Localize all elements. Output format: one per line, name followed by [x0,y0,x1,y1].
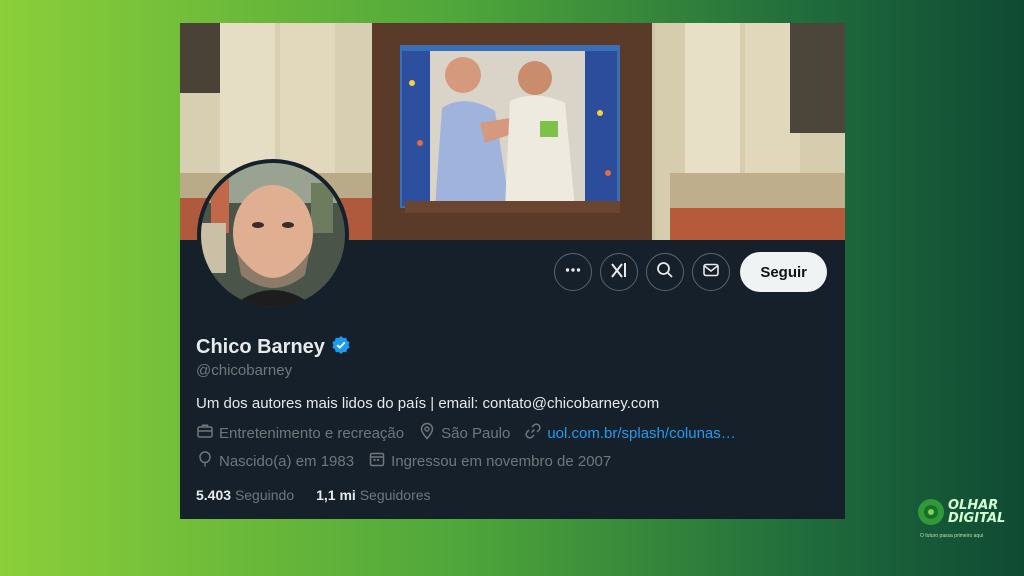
follow-button[interactable]: Seguir [740,252,827,292]
website-link[interactable]: uol.com.br/splash/colunas… [547,425,735,442]
profile-meta-row-1: Entretenimento e recreação São Paulo uol… [196,422,829,444]
grok-button[interactable] [600,253,639,291]
followers-count: 1,1 mi [316,487,356,503]
more-button[interactable] [554,253,593,291]
user-handle: @chicobarney [196,362,293,379]
message-icon [702,261,720,284]
following-label: Seguindo [234,487,295,503]
more-icon [564,261,582,284]
watermark-brand: OLHAR DIGITAL [948,499,1005,525]
followers-stat[interactable]: 1,1 mi Seguidores [316,487,430,503]
profile-avatar[interactable] [197,159,349,311]
joined-item: Ingressou em novembro de 2007 [368,450,611,472]
balloon-icon [196,450,214,472]
profile-info: Chico Barney @chicobarney Um dos autores… [196,334,829,503]
name-row: Chico Barney [196,334,829,360]
profile-bio: Um dos autores mais lidos do país | emai… [196,395,660,412]
profile-meta-row-2: Nascido(a) em 1983 Ingressou em novembro… [196,450,829,472]
category-item: Entretenimento e recreação [196,422,404,444]
watermark-brand-line2: DIGITAL [948,511,1006,526]
location-label: São Paulo [441,424,511,442]
grok-icon [609,260,629,285]
following-count: 5.403 [196,487,232,503]
verified-badge-icon[interactable] [331,335,351,360]
watermark-tagline: O futuro passa primeiro aqui [920,533,984,539]
display-name: Chico Barney [196,335,325,358]
birth-item: Nascido(a) em 1983 [196,450,354,472]
follow-stats: 5.403 Seguindo 1,1 mi Seguidores [196,487,829,503]
category-label: Entretenimento e recreação [219,424,405,442]
link-icon [524,422,542,444]
following-stat[interactable]: 5.403 Seguindo [196,487,294,503]
briefcase-icon [196,422,214,444]
calendar-icon [368,450,386,472]
profile-card: Seguir Chico Barney @chicobarney Um dos … [180,23,845,519]
search-icon [656,261,674,284]
location-pin-icon [418,422,436,444]
joined-label: Ingressou em novembro de 2007 [391,452,612,470]
location-item: São Paulo [418,422,510,444]
birth-label: Nascido(a) em 1983 [219,452,355,470]
search-button[interactable] [646,253,685,291]
profile-actions: Seguir [554,252,827,292]
message-button[interactable] [692,253,731,291]
followers-label: Seguidores [359,487,431,503]
website-item[interactable]: uol.com.br/splash/colunas… [524,422,736,444]
olhar-digital-watermark: OLHAR DIGITAL O futuro passa primeiro aq… [916,497,1016,545]
